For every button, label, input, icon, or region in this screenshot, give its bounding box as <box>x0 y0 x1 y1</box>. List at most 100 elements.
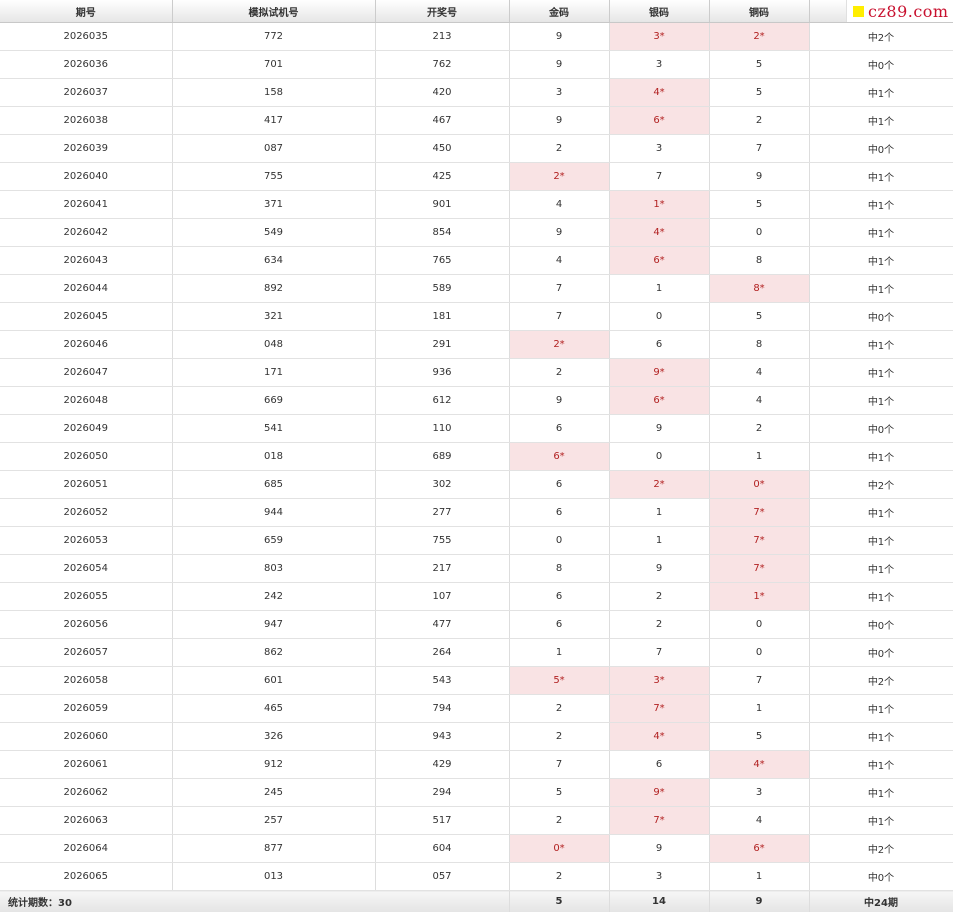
header-gold: 金码 <box>509 0 610 23</box>
cell-sim-number: 245 <box>172 778 376 807</box>
table-row: 2026036 701 762 9 3 5 中0个 <box>0 50 953 79</box>
cell-draw-number: 689 <box>375 442 510 471</box>
cell-gold: 4 <box>509 246 610 275</box>
cell-draw-number: 943 <box>375 722 510 751</box>
cell-result: 中1个 <box>809 722 953 751</box>
cell-result: 中1个 <box>809 778 953 807</box>
cell-draw-number: 057 <box>375 862 510 891</box>
header-row: 期号 模拟试机号 开奖号 金码 银码 铜码 <box>0 0 953 23</box>
cell-draw-number: 477 <box>375 610 510 639</box>
cell-gold: 2 <box>509 862 610 891</box>
cell-bronze: 5 <box>709 50 810 79</box>
cell-gold: 6* <box>509 442 610 471</box>
cell-issue: 2026060 <box>0 722 173 751</box>
cell-bronze: 7* <box>709 526 810 555</box>
table-row: 2026038 417 467 9 6* 2 中1个 <box>0 106 953 135</box>
cell-gold: 0 <box>509 526 610 555</box>
cell-gold: 6 <box>509 610 610 639</box>
cell-draw-number: 107 <box>375 582 510 611</box>
cell-draw-number: 217 <box>375 554 510 583</box>
cell-draw-number: 612 <box>375 386 510 415</box>
cell-gold: 6 <box>509 414 610 443</box>
table-row: 2026041 371 901 4 1* 5 中1个 <box>0 190 953 219</box>
results-table: 期号 模拟试机号 开奖号 金码 银码 铜码 2026035 772 213 9 3* 2*… <box>0 0 953 912</box>
table-row: 2026059 465 794 2 7* 1 中1个 <box>0 694 953 723</box>
cell-sim-number: 862 <box>172 638 376 667</box>
footer-bronze-total: 9 <box>709 890 810 912</box>
cell-silver: 3 <box>609 50 710 79</box>
cell-result: 中1个 <box>809 750 953 779</box>
cell-silver: 3* <box>609 666 710 695</box>
cell-result: 中1个 <box>809 582 953 611</box>
cell-bronze: 4 <box>709 806 810 835</box>
cell-issue: 2026047 <box>0 358 173 387</box>
cell-draw-number: 429 <box>375 750 510 779</box>
cell-sim-number: 171 <box>172 358 376 387</box>
cell-sim-number: 772 <box>172 22 376 51</box>
cell-silver: 3* <box>609 22 710 51</box>
cell-silver: 2 <box>609 582 710 611</box>
cell-bronze: 5 <box>709 302 810 331</box>
cell-result: 中1个 <box>809 358 953 387</box>
cell-draw-number: 181 <box>375 302 510 331</box>
cell-silver: 1 <box>609 274 710 303</box>
cell-issue: 2026059 <box>0 694 173 723</box>
cell-draw-number: 213 <box>375 22 510 51</box>
cell-sim-number: 326 <box>172 722 376 751</box>
cell-draw-number: 755 <box>375 526 510 555</box>
cell-bronze: 7 <box>709 134 810 163</box>
cell-bronze: 5 <box>709 190 810 219</box>
cell-result: 中1个 <box>809 442 953 471</box>
cell-draw-number: 794 <box>375 694 510 723</box>
cell-issue: 2026063 <box>0 806 173 835</box>
cell-result: 中0个 <box>809 134 953 163</box>
cell-draw-number: 277 <box>375 498 510 527</box>
cell-bronze: 5 <box>709 722 810 751</box>
table-row: 2026050 018 689 6* 0 1 中1个 <box>0 442 953 471</box>
cell-gold: 9 <box>509 218 610 247</box>
cell-silver: 7* <box>609 694 710 723</box>
cell-sim-number: 685 <box>172 470 376 499</box>
cell-result: 中1个 <box>809 274 953 303</box>
footer-gold-total: 5 <box>509 890 610 912</box>
cell-draw-number: 291 <box>375 330 510 359</box>
cell-sim-number: 371 <box>172 190 376 219</box>
table-row: 2026065 013 057 2 3 1 中0个 <box>0 862 953 891</box>
table-row: 2026048 669 612 9 6* 4 中1个 <box>0 386 953 415</box>
site-logo[interactable]: cz89.com <box>846 0 953 22</box>
cell-issue: 2026046 <box>0 330 173 359</box>
cell-sim-number: 465 <box>172 694 376 723</box>
cell-bronze: 9 <box>709 162 810 191</box>
cell-issue: 2026048 <box>0 386 173 415</box>
cell-issue: 2026050 <box>0 442 173 471</box>
cell-gold: 7 <box>509 750 610 779</box>
cell-bronze: 1 <box>709 862 810 891</box>
cell-sim-number: 541 <box>172 414 376 443</box>
table-row: 2026052 944 277 6 1 7* 中1个 <box>0 498 953 527</box>
cell-draw-number: 110 <box>375 414 510 443</box>
table-row: 2026035 772 213 9 3* 2* 中2个 <box>0 22 953 51</box>
table-body: 2026035 772 213 9 3* 2* 中2个 2026036 701 762 9 3 5 中0个… <box>0 22 953 891</box>
cell-result: 中1个 <box>809 78 953 107</box>
cell-result: 中1个 <box>809 246 953 275</box>
cell-gold: 2* <box>509 162 610 191</box>
cell-sim-number: 892 <box>172 274 376 303</box>
table-row: 2026058 601 543 5* 3* 7 中2个 <box>0 666 953 695</box>
cell-result: 中2个 <box>809 470 953 499</box>
cell-silver: 3 <box>609 134 710 163</box>
table-row: 2026046 048 291 2* 6 8 中1个 <box>0 330 953 359</box>
logo-square-icon <box>853 5 864 17</box>
cell-draw-number: 517 <box>375 806 510 835</box>
cell-silver: 9 <box>609 834 710 863</box>
cell-bronze: 5 <box>709 78 810 107</box>
cell-issue: 2026051 <box>0 470 173 499</box>
table-row: 2026051 685 302 6 2* 0* 中2个 <box>0 470 953 499</box>
table-row: 2026037 158 420 3 4* 5 中1个 <box>0 78 953 107</box>
cell-bronze: 1 <box>709 694 810 723</box>
cell-issue: 2026057 <box>0 638 173 667</box>
cell-issue: 2026064 <box>0 834 173 863</box>
cell-bronze: 7 <box>709 666 810 695</box>
cell-issue: 2026042 <box>0 218 173 247</box>
cell-sim-number: 013 <box>172 862 376 891</box>
cell-draw-number: 762 <box>375 50 510 79</box>
